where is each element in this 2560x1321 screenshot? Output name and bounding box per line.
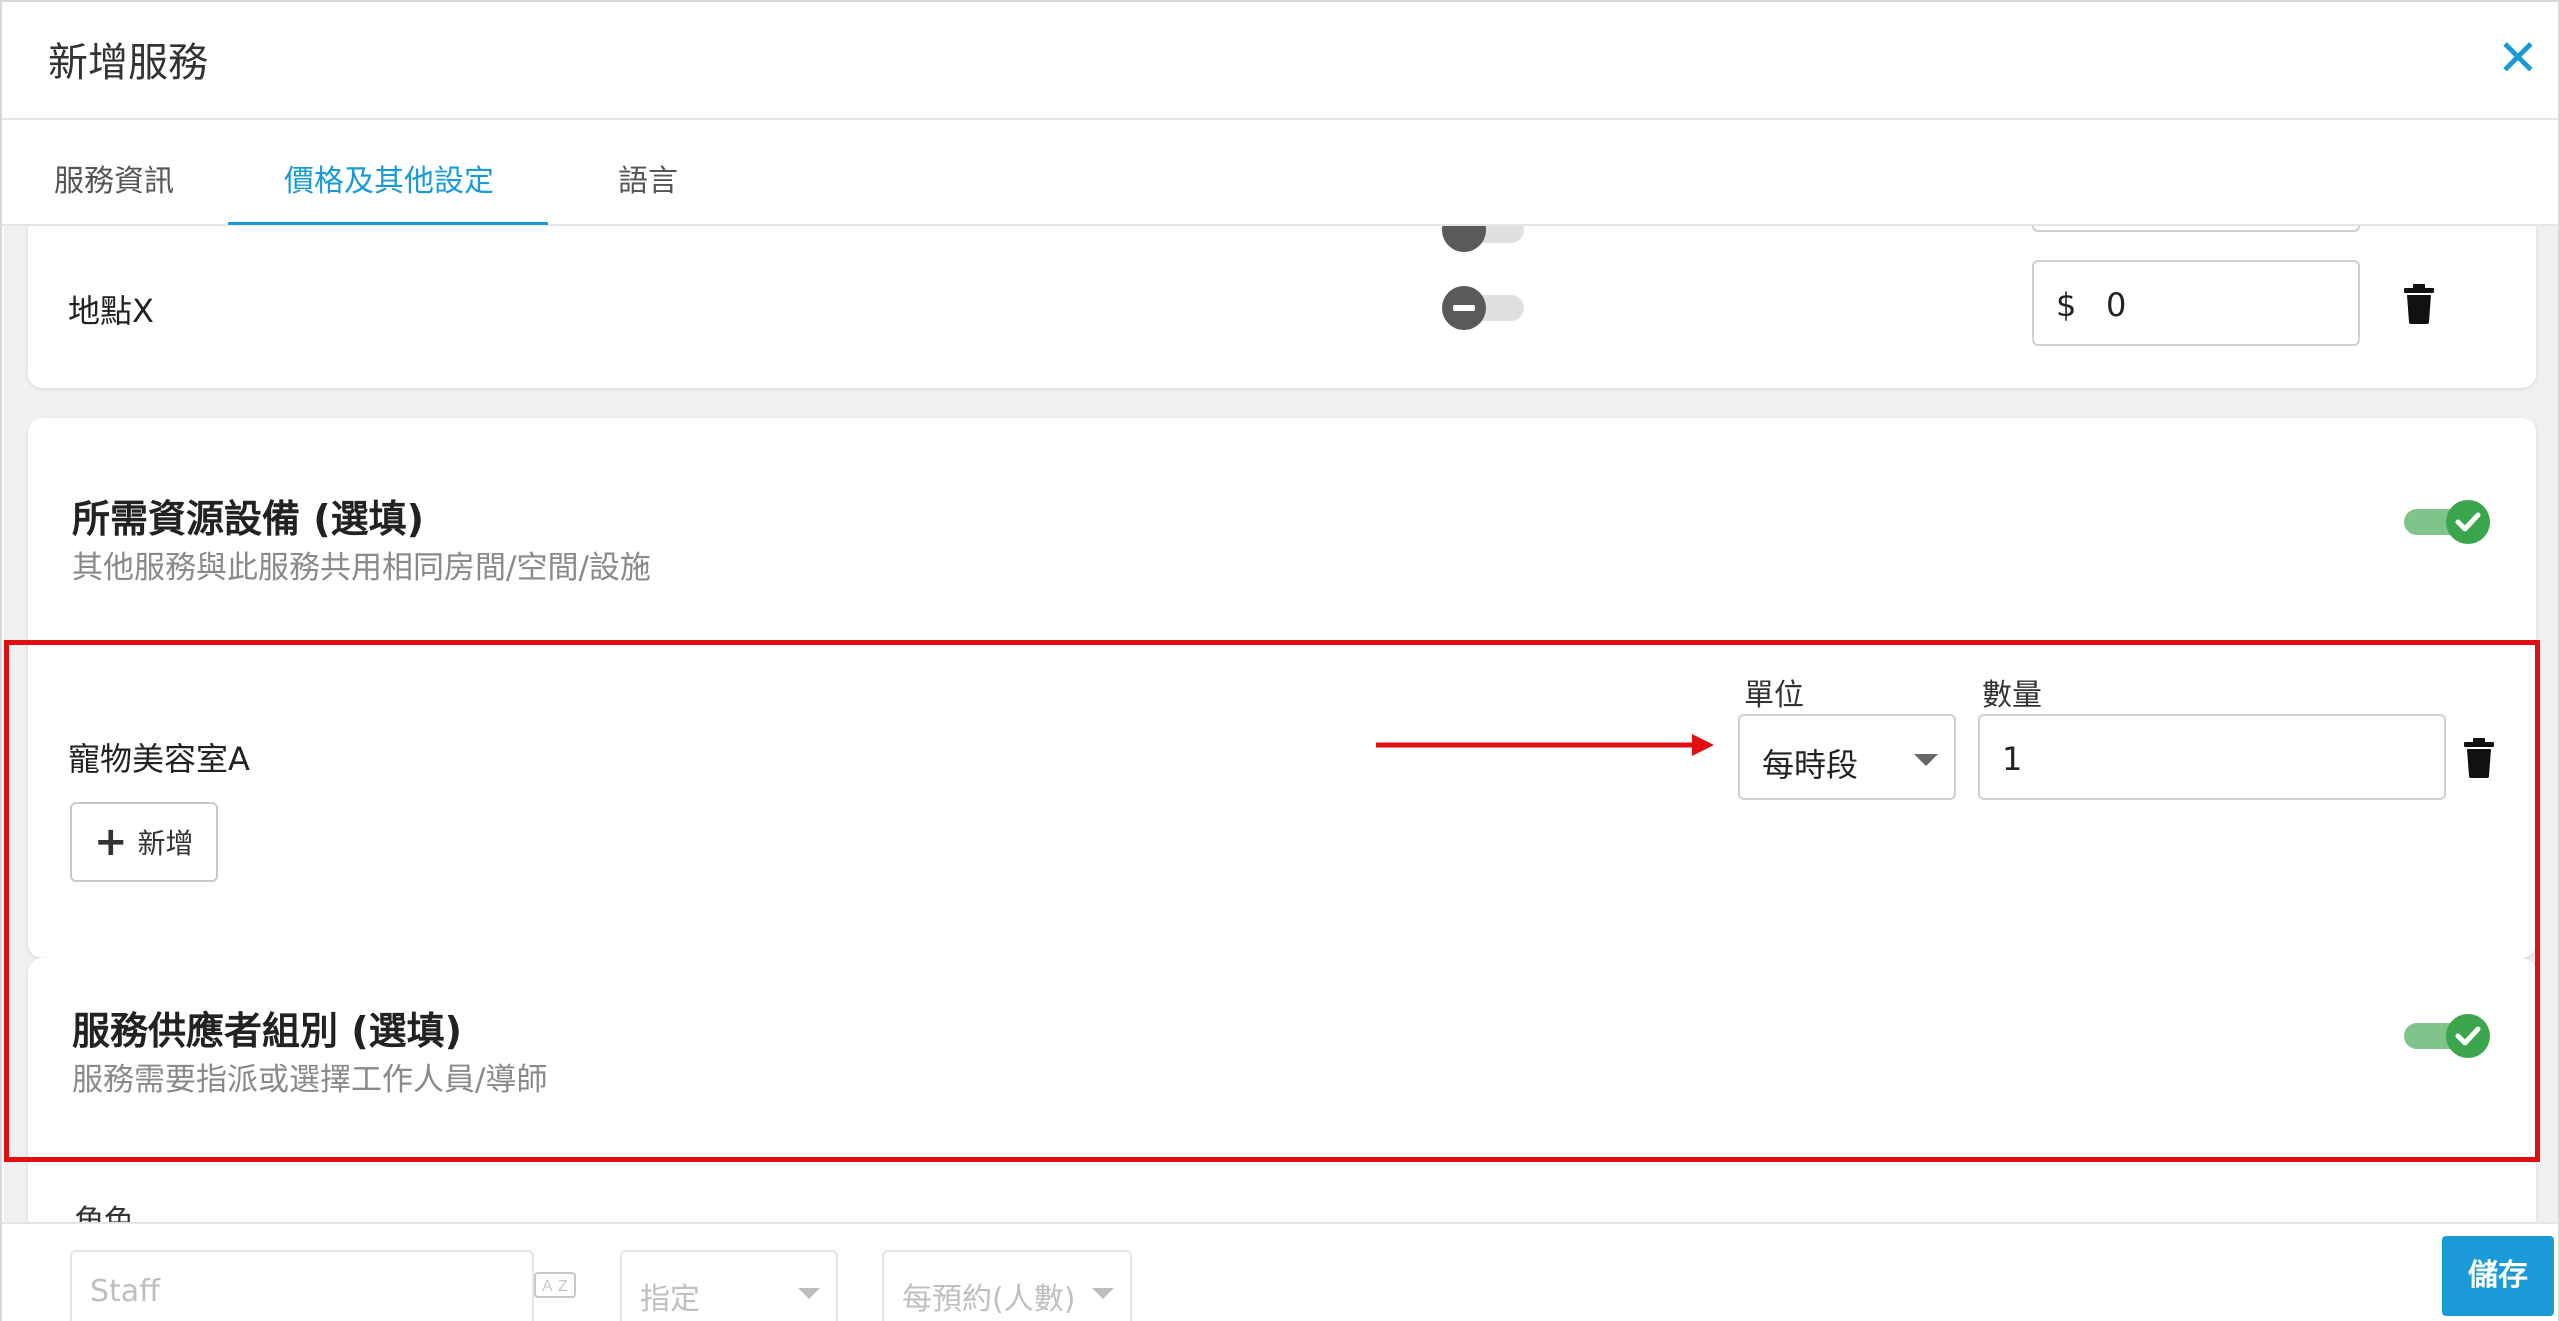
provider-subtitle: 服務需要指派或選擇工作人員/導師 — [72, 1062, 548, 1098]
unit-select-value: 每時段 — [1762, 746, 1859, 784]
tab-price-settings[interactable]: 價格及其他設定 — [284, 156, 494, 200]
resource-card: 所需資源設備 (選填) 其他服務與此服務共用相同房間/空間/設施 單位 數量 寵… — [28, 418, 2536, 958]
quantity-label: 數量 — [1982, 678, 2042, 713]
add-resource-label: 新增 — [137, 827, 194, 860]
currency-symbol: $ — [2056, 286, 2077, 324]
location-price-value: 0 — [2106, 286, 2127, 324]
location-card: 地點X $ 0 — [28, 226, 2536, 388]
unit-label: 單位 — [1744, 678, 1804, 713]
provider-card: 服務供應者組別 (選填) 服務需要指派或選擇工作人員/導師 角色 — [28, 958, 2536, 1222]
resource-item-label: 寵物美容室A — [68, 740, 250, 778]
dialog-header: 新增服務 ✕ — [2, 2, 2558, 120]
plus-icon: + — [94, 819, 128, 865]
add-resource-button[interactable]: + 新增 — [70, 802, 218, 882]
svg-text:A: A — [542, 1278, 553, 1295]
tab-bar: 服務資訊 價格及其他設定 語言 — [2, 120, 2558, 226]
assign-select[interactable]: 指定 — [620, 1250, 838, 1321]
role-placeholder: Staff — [90, 1274, 160, 1309]
chevron-down-icon — [1914, 754, 1938, 766]
per-booking-select[interactable]: 每預約(人數) — [882, 1250, 1132, 1321]
minus-icon — [1453, 305, 1475, 311]
active-tab-indicator — [228, 222, 548, 225]
location-price-input[interactable]: $ 0 — [2032, 260, 2360, 346]
quantity-input[interactable]: 1 — [1978, 714, 2446, 800]
save-button[interactable]: 儲存 — [2442, 1236, 2554, 1316]
trash-icon[interactable] — [2462, 738, 2496, 778]
tab-language[interactable]: 語言 — [618, 156, 678, 200]
dialog-title: 新增服務 — [48, 40, 208, 86]
location-toggle[interactable] — [1442, 286, 1524, 330]
provider-title: 服務供應者組別 (選填) — [72, 1009, 462, 1053]
unit-select[interactable]: 每時段 — [1738, 714, 1956, 800]
role-label: 角色 — [74, 1204, 134, 1222]
resource-subtitle: 其他服務與此服務共用相同房間/空間/設施 — [72, 550, 651, 586]
translate-icon[interactable]: A Z — [534, 1272, 576, 1298]
provider-toggle[interactable] — [2404, 1014, 2490, 1058]
role-input[interactable]: Staff — [70, 1250, 534, 1321]
dialog-footer: Staff A Z 指定 每預約(人數) 儲存 — [2, 1222, 2558, 1321]
check-icon — [2455, 1026, 2481, 1046]
price-input-prev[interactable] — [2032, 226, 2360, 232]
location-toggle-prev[interactable] — [1442, 226, 1524, 252]
chevron-down-icon — [798, 1288, 820, 1299]
check-icon — [2455, 512, 2481, 532]
close-icon[interactable]: ✕ — [2496, 33, 2540, 83]
assign-select-value: 指定 — [640, 1282, 700, 1317]
tab-service-info[interactable]: 服務資訊 — [54, 156, 174, 200]
per-booking-value: 每預約(人數) — [902, 1282, 1076, 1317]
resource-title: 所需資源設備 (選填) — [72, 497, 424, 541]
location-label: 地點X — [68, 292, 154, 330]
chevron-down-icon — [1092, 1288, 1114, 1299]
red-arrow-annotation — [1376, 734, 1714, 756]
quantity-value: 1 — [2002, 740, 2023, 778]
settings-content[interactable]: 地點X $ 0 所需資源設備 (選填) 其他服務與此服務共用相同房間/空間/設施… — [4, 226, 2558, 1222]
add-service-dialog: 新增服務 ✕ 服務資訊 價格及其他設定 語言 地點X $ 0 所需資源設備 (選… — [0, 0, 2560, 1321]
trash-icon[interactable] — [2402, 284, 2436, 324]
resource-toggle[interactable] — [2404, 500, 2490, 544]
svg-text:Z: Z — [558, 1278, 568, 1295]
